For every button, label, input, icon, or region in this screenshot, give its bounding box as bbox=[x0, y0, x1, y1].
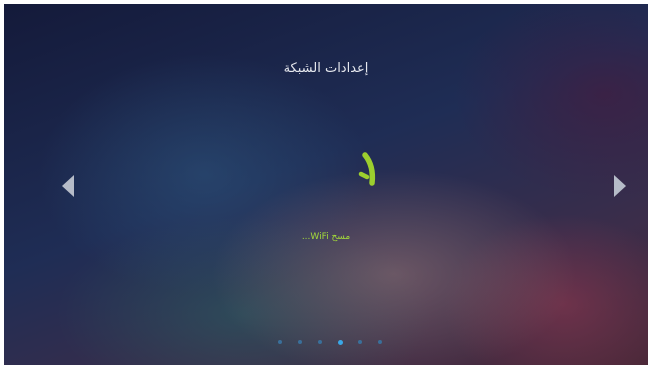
page-dot-2[interactable] bbox=[298, 340, 302, 344]
page-title: إعدادات الشبكة bbox=[283, 61, 369, 76]
page-dot-5[interactable] bbox=[358, 340, 362, 344]
right-triangle-icon[interactable] bbox=[614, 175, 626, 197]
loading-spinner-icon bbox=[358, 152, 376, 186]
left-triangle-icon[interactable] bbox=[62, 175, 74, 197]
scanning-status-text: مسح WiFi... bbox=[301, 232, 351, 242]
page-indicator bbox=[278, 339, 388, 346]
page-dot-3[interactable] bbox=[318, 340, 322, 344]
network-settings-screen: إعدادات الشبكة مسح WiFi... bbox=[4, 4, 648, 365]
page-dot-6[interactable] bbox=[378, 340, 382, 344]
page-dot-4-active[interactable] bbox=[338, 339, 343, 345]
page-dot-1[interactable] bbox=[278, 340, 282, 344]
